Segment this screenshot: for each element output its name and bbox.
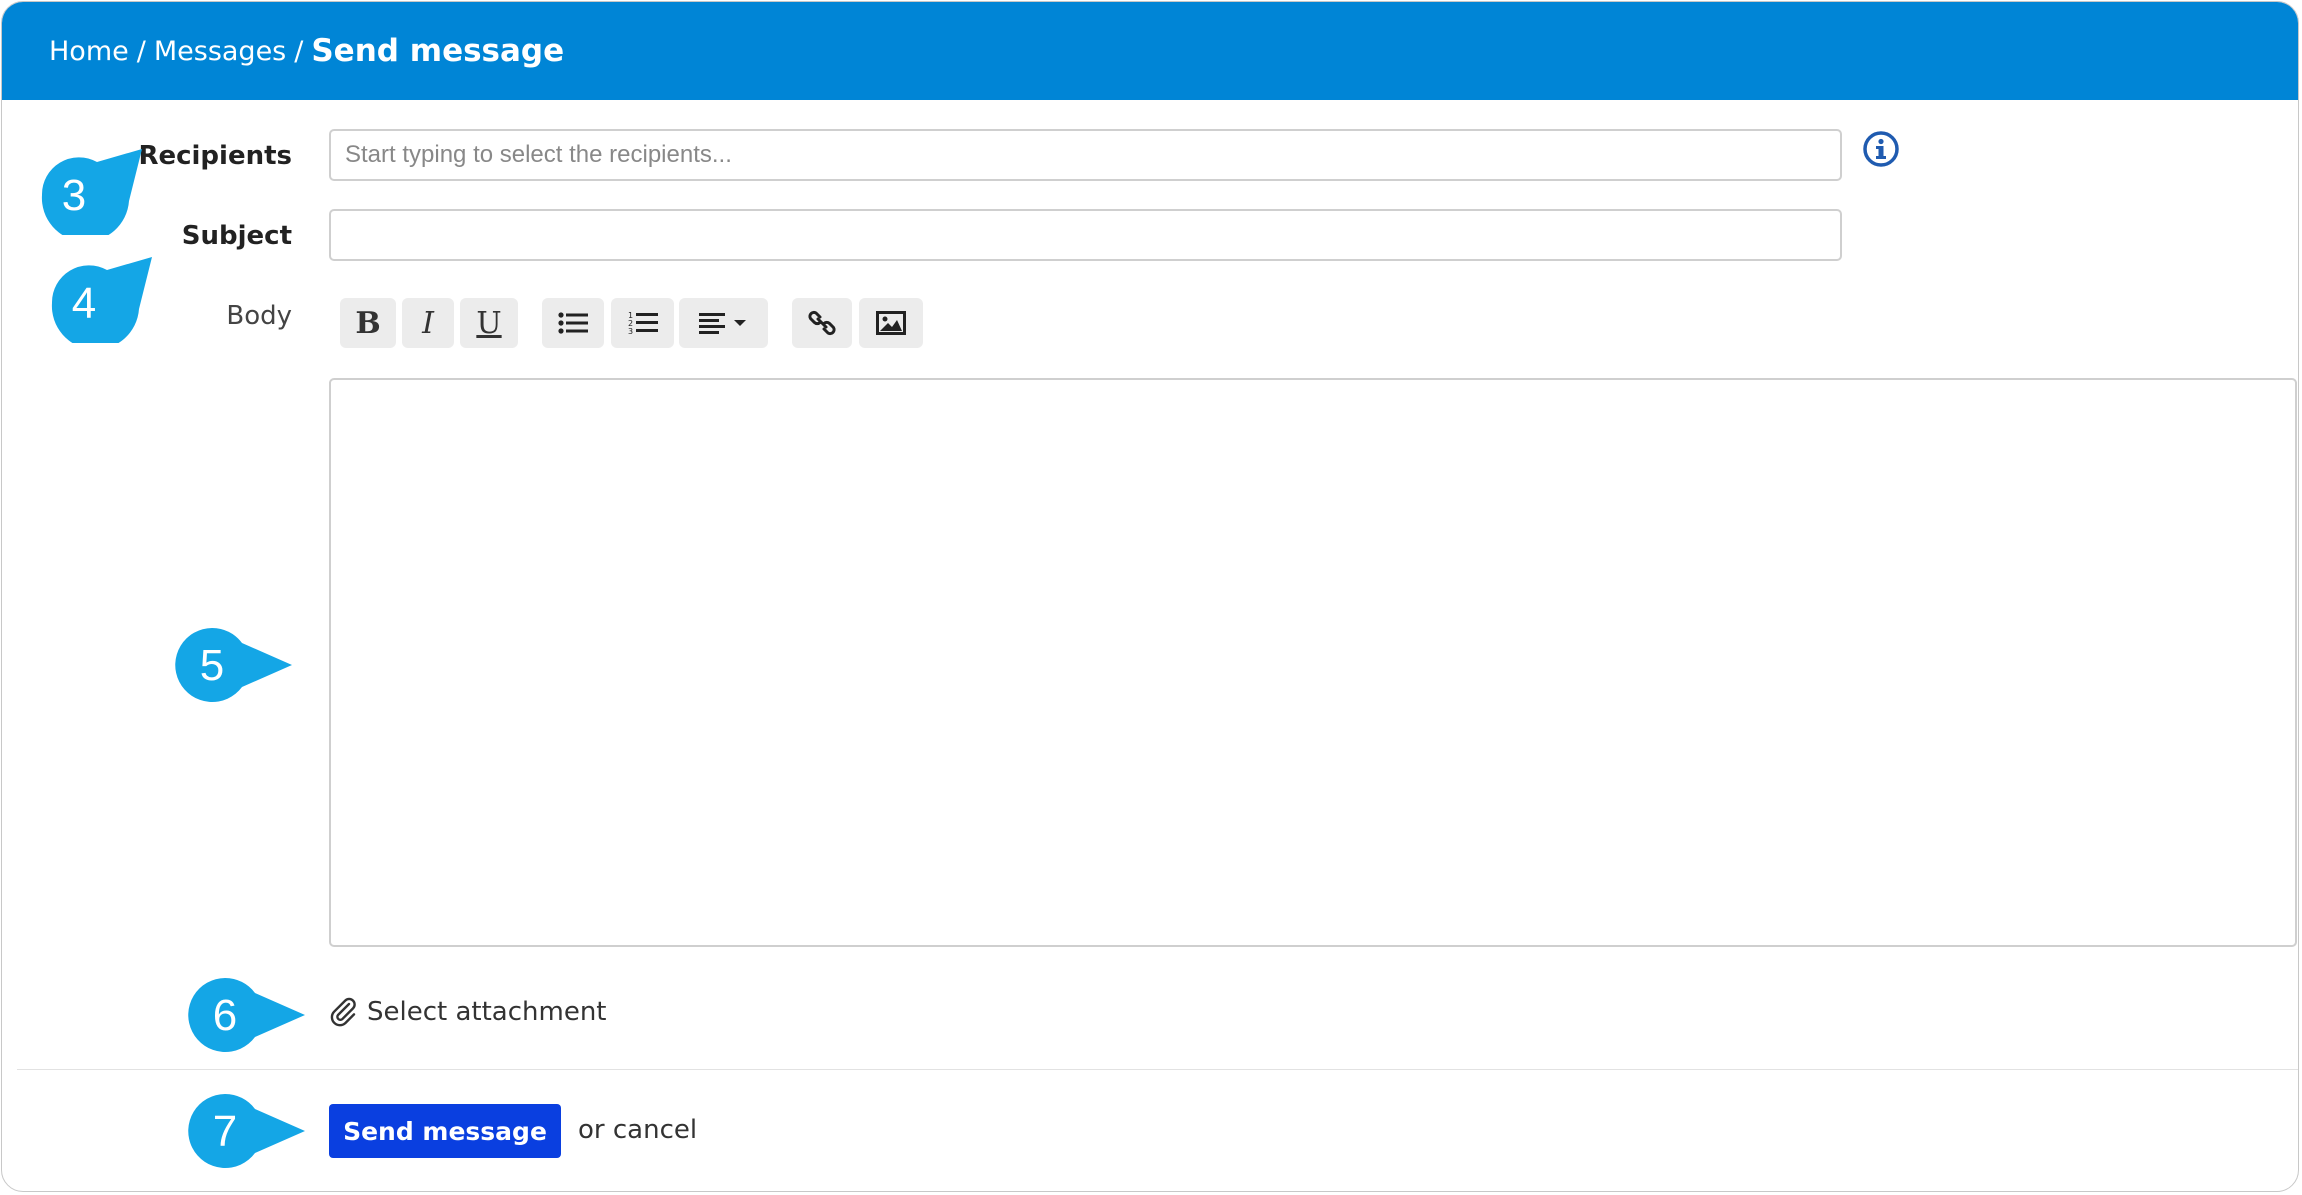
callout-marker-6: 6 (188, 977, 305, 1052)
breadcrumb-separator: / (136, 35, 146, 67)
send-message-button[interactable]: Send message (329, 1104, 561, 1158)
align-dropdown-button[interactable] (679, 298, 768, 348)
callout-number: 7 (213, 1107, 237, 1156)
footer-divider (17, 1069, 2298, 1070)
cancel-link[interactable]: cancel (613, 1115, 697, 1145)
underline-icon: U (476, 305, 502, 341)
info-icon[interactable] (1862, 130, 1900, 168)
bulleted-list-button[interactable] (542, 298, 604, 348)
numbered-list-icon: 1 2 3 (628, 311, 658, 336)
recipients-input[interactable] (329, 129, 1842, 181)
cancel-group: or cancel (578, 1115, 697, 1145)
paperclip-icon (330, 997, 356, 1027)
callout-marker-7: 7 (188, 1093, 305, 1168)
insert-image-button[interactable] (859, 298, 923, 348)
image-icon (876, 311, 906, 335)
underline-button[interactable]: U (460, 298, 518, 348)
italic-icon: I (422, 305, 434, 341)
bold-button[interactable]: B (340, 298, 396, 348)
subject-input[interactable] (329, 209, 1842, 261)
bulleted-list-icon (558, 312, 588, 334)
insert-link-button[interactable] (792, 298, 852, 348)
svg-text:3: 3 (628, 327, 633, 336)
bold-icon: B (355, 305, 381, 341)
callout-marker-4: 4 (51, 257, 152, 343)
numbered-list-button[interactable]: 1 2 3 (611, 298, 674, 348)
callout-number: 6 (213, 991, 237, 1040)
callout-marker-3: 3 (41, 149, 142, 235)
callout-number: 3 (62, 171, 86, 220)
callout-number: 4 (72, 279, 96, 328)
page-frame: Home / Messages / Send message Recipient… (1, 1, 2299, 1192)
breadcrumb-home-link[interactable]: Home (49, 36, 129, 67)
breadcrumb: Home / Messages / Send message (2, 2, 2298, 100)
italic-button[interactable]: I (402, 298, 454, 348)
link-icon (808, 310, 836, 336)
callout-number: 5 (200, 641, 224, 690)
breadcrumb-separator: / (294, 35, 304, 67)
callout-marker-5: 5 (175, 627, 292, 702)
or-text: or (578, 1115, 605, 1145)
align-left-dropdown-icon (698, 313, 746, 334)
page-title: Send message (311, 33, 565, 69)
body-editor[interactable] (329, 378, 2297, 947)
select-attachment-label: Select attachment (367, 997, 607, 1027)
breadcrumb-messages-link[interactable]: Messages (154, 36, 286, 67)
select-attachment-link[interactable]: Select attachment (329, 997, 607, 1027)
